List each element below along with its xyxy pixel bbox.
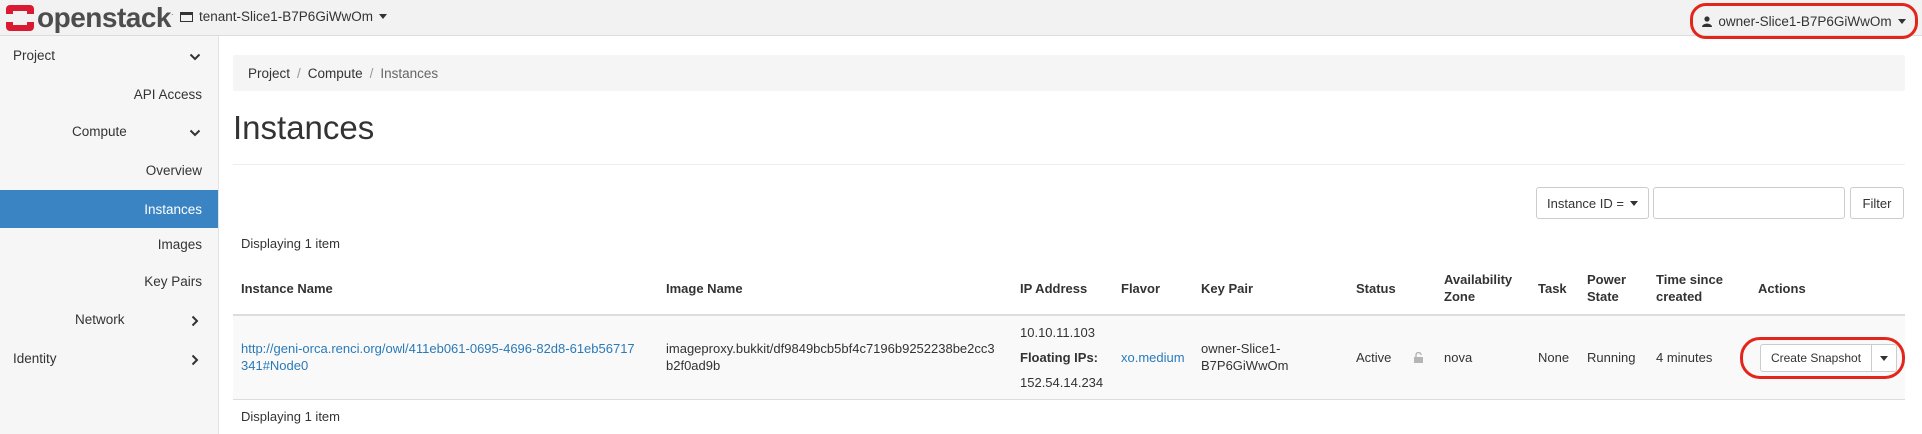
sidebar-item-network[interactable]: Network bbox=[75, 312, 125, 327]
image-name-line: b2f0ad9b bbox=[666, 358, 721, 373]
column-header-line: created bbox=[1656, 289, 1703, 304]
caret-down-icon bbox=[379, 14, 388, 19]
breadcrumb-separator: / bbox=[297, 65, 301, 81]
column-header-instance-name[interactable]: Instance Name bbox=[241, 280, 333, 297]
instance-name-link[interactable]: http://geni-orca.renci.org/owl/411eb061-… bbox=[241, 340, 635, 374]
sidebar-item-images[interactable]: Images bbox=[158, 237, 202, 252]
user-icon bbox=[1702, 15, 1713, 27]
instance-name-line[interactable]: 341#Node0 bbox=[241, 358, 308, 373]
sidebar-item-compute[interactable]: Compute bbox=[72, 124, 127, 139]
breadcrumb-compute[interactable]: Compute bbox=[308, 66, 363, 81]
openstack-logo[interactable]: openstack . bbox=[6, 3, 174, 33]
breadcrumb-instances: Instances bbox=[380, 65, 439, 81]
column-header-image-name[interactable]: Image Name bbox=[666, 280, 743, 297]
breadcrumb-separator: / bbox=[369, 65, 374, 81]
availability-zone-value: nova bbox=[1444, 350, 1473, 365]
divider bbox=[233, 164, 1905, 165]
user-menu-label: owner-Slice1-B7P6GiWwOm bbox=[1718, 13, 1892, 29]
sidebar-item-identity[interactable]: Identity bbox=[13, 351, 57, 366]
chevron-right-icon[interactable] bbox=[189, 354, 201, 366]
chevron-down-icon[interactable] bbox=[189, 127, 201, 139]
row-actions-dropdown-toggle[interactable] bbox=[1871, 344, 1897, 372]
sidebar: Project API Access Compute Overview Inst… bbox=[0, 36, 219, 434]
instance-name-line[interactable]: http://geni-orca.renci.org/owl/411eb061-… bbox=[241, 341, 635, 356]
item-count-bottom: Displaying 1 item bbox=[241, 409, 340, 424]
column-header-line: Zone bbox=[1444, 289, 1476, 304]
create-snapshot-button[interactable]: Create Snapshot bbox=[1760, 344, 1872, 372]
caret-down-icon bbox=[1897, 18, 1906, 24]
openstack-logo-icon bbox=[6, 5, 34, 31]
image-name-cell: imageproxy.bukkit/df9849bcb5bf4c7196b925… bbox=[666, 340, 995, 374]
project-selector[interactable]: tenant-Slice1-B7P6GiWwOm bbox=[180, 9, 388, 24]
breadcrumb: Project / Compute / Instances bbox=[233, 55, 1905, 91]
time-since-created-value: 4 minutes bbox=[1656, 350, 1713, 365]
filter-field-dropdown[interactable]: Instance ID = bbox=[1536, 187, 1649, 219]
user-menu[interactable]: owner-Slice1-B7P6GiWwOm bbox=[1690, 3, 1918, 39]
column-header-flavor[interactable]: Flavor bbox=[1121, 280, 1160, 297]
filter-button[interactable]: Filter bbox=[1850, 187, 1904, 219]
filter-field-label: Instance ID = bbox=[1547, 195, 1624, 211]
power-state-value: Running bbox=[1587, 350, 1636, 365]
column-header-line: Time since bbox=[1656, 272, 1723, 287]
brand-name: openstack bbox=[37, 2, 172, 33]
chevron-right-icon[interactable] bbox=[189, 315, 201, 327]
breadcrumb-project[interactable]: Project bbox=[248, 66, 290, 81]
flavor-link[interactable]: xo.medium bbox=[1121, 349, 1185, 366]
column-header-line: Availability bbox=[1444, 272, 1513, 287]
unlock-icon[interactable] bbox=[1413, 352, 1424, 363]
caret-down-icon bbox=[1880, 355, 1888, 361]
trademark-mark: . bbox=[171, 7, 174, 17]
project-selector-label: tenant-Slice1-B7P6GiWwOm bbox=[199, 9, 374, 24]
sidebar-item-overview[interactable]: Overview bbox=[146, 163, 202, 178]
sidebar-item-api-access[interactable]: API Access bbox=[134, 87, 202, 102]
sidebar-item-key-pairs[interactable]: Key Pairs bbox=[144, 274, 202, 289]
sidebar-item-label: Instances bbox=[144, 201, 202, 217]
sidebar-item-project[interactable]: Project bbox=[13, 48, 55, 63]
column-header-time-since-created[interactable]: Time since created bbox=[1656, 271, 1723, 305]
project-icon bbox=[180, 11, 193, 22]
column-header-key-pair[interactable]: Key Pair bbox=[1201, 280, 1253, 297]
column-header-task[interactable]: Task bbox=[1538, 280, 1567, 297]
flavor-link-text[interactable]: xo.medium bbox=[1121, 350, 1185, 365]
filter-input[interactable] bbox=[1653, 187, 1845, 219]
key-pair-line: B7P6GiWwOm bbox=[1201, 358, 1289, 373]
task-value: None bbox=[1538, 350, 1570, 365]
status-value: Active bbox=[1356, 350, 1392, 365]
caret-down-icon bbox=[1629, 200, 1638, 206]
ip-fixed: 10.10.11.103 bbox=[1020, 325, 1095, 340]
top-navbar: openstack . tenant-Slice1-B7P6GiWwOm own… bbox=[0, 0, 1922, 39]
column-header-line: State bbox=[1587, 289, 1619, 304]
chevron-down-icon[interactable] bbox=[189, 51, 201, 63]
column-header-status[interactable]: Status bbox=[1356, 280, 1396, 297]
item-count-top: Displaying 1 item bbox=[241, 236, 340, 251]
sidebar-item-instances[interactable]: Instances bbox=[0, 190, 218, 228]
image-name-line: imageproxy.bukkit/df9849bcb5bf4c7196b925… bbox=[666, 341, 995, 356]
column-header-availability-zone[interactable]: Availability Zone bbox=[1444, 271, 1512, 305]
column-header-ip-address[interactable]: IP Address bbox=[1020, 280, 1087, 297]
column-header-power-state[interactable]: Power State bbox=[1587, 271, 1626, 305]
key-pair-line: owner-Slice1- bbox=[1201, 341, 1281, 356]
column-header-line: Power bbox=[1587, 272, 1627, 287]
page-title: Instances bbox=[233, 109, 375, 146]
floating-ips-label: Floating IPs: bbox=[1020, 350, 1098, 365]
ip-floating: 152.54.14.234 bbox=[1020, 375, 1104, 390]
column-header-actions: Actions bbox=[1758, 281, 1806, 296]
key-pair-cell: owner-Slice1- B7P6GiWwOm bbox=[1201, 340, 1288, 374]
